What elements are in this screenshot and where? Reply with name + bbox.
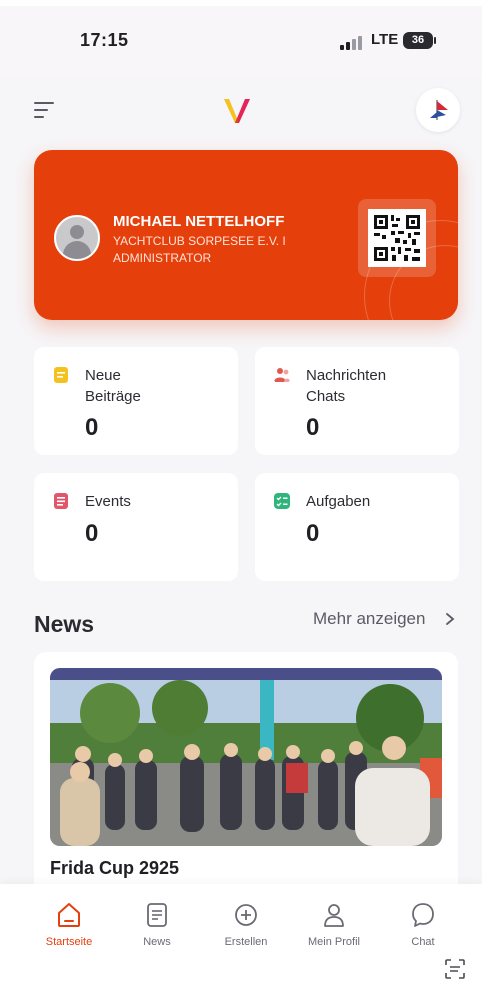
nav-home[interactable]: Startseite <box>29 902 109 958</box>
stat-value: 0 <box>306 520 320 547</box>
posts-icon <box>54 367 68 383</box>
status-time: 17:15 <box>80 30 129 50</box>
nav-news[interactable]: News <box>117 902 197 958</box>
stat-label: Neue Beiträge <box>85 367 141 405</box>
stat-card-tasks[interactable]: Aufgaben 0 <box>255 473 459 581</box>
app-logo <box>224 99 250 123</box>
app-bar <box>0 76 482 146</box>
member-name: MICHAEL NETTELHOFF <box>113 213 285 230</box>
stat-card-posts[interactable]: Neue Beiträge 0 <box>34 347 238 455</box>
qr-code-button[interactable] <box>358 199 436 277</box>
club-burgee-icon[interactable] <box>416 88 460 132</box>
stat-card-events[interactable]: Events 0 <box>34 473 238 581</box>
news-image <box>50 668 442 846</box>
stat-label: Aufgaben <box>306 493 371 510</box>
member-club: YACHTCLUB SORPESEE E.V. I <box>113 234 286 248</box>
stat-value: 0 <box>85 414 99 441</box>
status-bar: 17:15 LTE 36 <box>0 6 482 76</box>
stat-value: 0 <box>306 414 320 441</box>
nav-label: News <box>143 936 171 948</box>
menu-icon[interactable] <box>34 101 56 119</box>
news-card[interactable]: Frida Cup 2925 <box>34 652 458 892</box>
stat-value: 0 <box>85 520 99 547</box>
battery-icon: 36 <box>403 32 436 49</box>
profile-icon <box>324 904 344 927</box>
nav-label: Erstellen <box>224 936 268 948</box>
plus-circle-icon <box>235 904 257 926</box>
more-news-link[interactable]: Mehr anzeigen <box>313 609 425 629</box>
news-section-title: News <box>34 611 95 637</box>
tasks-icon <box>274 493 290 509</box>
member-role: ADMINISTRATOR <box>113 251 212 265</box>
stat-label: Nachrichten Chats <box>306 367 387 405</box>
member-card[interactable]: MICHAEL NETTELHOFF YACHTCLUB SORPESEE E.… <box>34 150 458 320</box>
nav-label: Chat <box>411 936 435 948</box>
avatar <box>54 215 100 261</box>
qr-code-icon <box>368 209 426 267</box>
chevron-right-icon[interactable] <box>444 612 456 626</box>
battery-level: 36 <box>411 34 425 46</box>
news-item-title: Frida Cup 2925 <box>50 858 180 878</box>
nav-label: Startseite <box>45 936 93 948</box>
scan-text-icon[interactable] <box>444 958 466 980</box>
nav-label: Mein Profil <box>308 936 360 948</box>
people-icon <box>274 368 290 382</box>
nav-profile[interactable]: Mein Profil <box>294 902 374 958</box>
events-icon <box>54 493 68 509</box>
signal-icon <box>340 34 364 50</box>
nav-chat[interactable]: Chat <box>383 902 463 958</box>
news-icon <box>147 903 167 927</box>
stat-label: Events <box>85 493 131 510</box>
chat-icon <box>412 903 434 927</box>
bottom-nav: Startseite News Erstellen Mein Profil Ch… <box>0 884 482 991</box>
network-type: LTE <box>371 31 399 48</box>
home-icon <box>58 903 80 927</box>
nav-create[interactable]: Erstellen <box>206 902 286 958</box>
stat-card-chats[interactable]: Nachrichten Chats 0 <box>255 347 459 455</box>
